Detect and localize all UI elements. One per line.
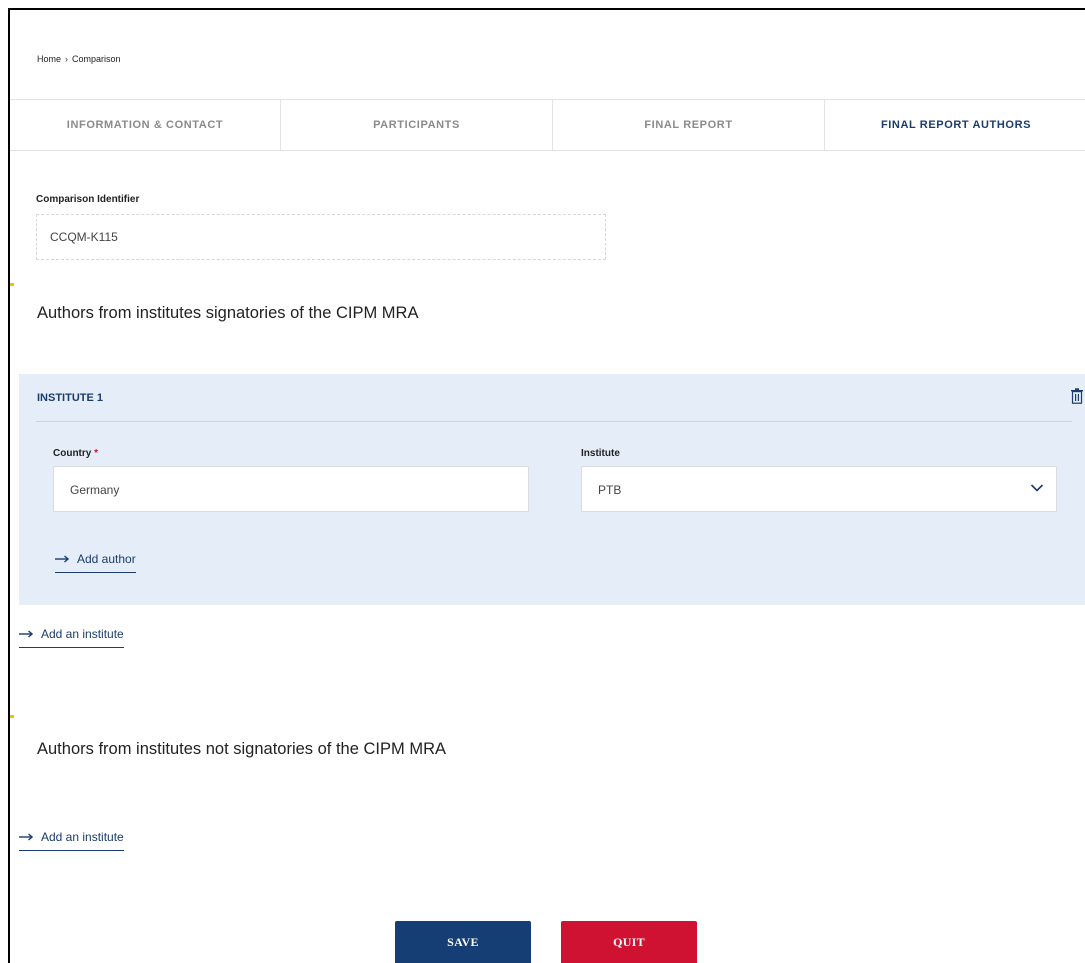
arrow-right-icon (19, 630, 33, 638)
tab-final-report[interactable]: FINAL REPORT (553, 100, 825, 150)
section-marker (10, 715, 14, 718)
chevron-down-icon (1030, 484, 1044, 492)
institute-divider (36, 421, 1072, 422)
country-label: Country * (53, 448, 98, 459)
non-signatories-section-title: Authors from institutes not signatories … (37, 740, 446, 758)
signatories-section-title: Authors from institutes signatories of t… (37, 304, 419, 322)
section-marker (10, 283, 14, 286)
tab-final-report-authors[interactable]: FINAL REPORT AUTHORS (825, 100, 1085, 150)
breadcrumb-current: Comparison (72, 54, 121, 64)
tab-participants[interactable]: PARTICIPANTS (281, 100, 553, 150)
institute-title: INSTITUTE 1 (37, 392, 104, 404)
tab-information-contact[interactable]: INFORMATION & CONTACT (10, 100, 281, 150)
add-institute-label: Add an institute (41, 830, 124, 844)
add-author-link[interactable]: Add author (55, 552, 136, 573)
add-institute-signatory-link[interactable]: Add an institute (19, 627, 124, 648)
add-author-label: Add author (77, 552, 136, 566)
save-button[interactable]: SAVE (395, 921, 531, 963)
quit-button[interactable]: QUIT (561, 921, 697, 963)
arrow-right-icon (55, 555, 69, 563)
institute-select[interactable]: PTB (581, 466, 1057, 512)
add-institute-non-signatory-link[interactable]: Add an institute (19, 830, 124, 851)
add-institute-label: Add an institute (41, 627, 124, 641)
breadcrumb-separator: › (65, 54, 69, 64)
institute-select-value: PTB (598, 483, 622, 497)
trash-icon[interactable] (1070, 388, 1084, 404)
country-input[interactable]: Germany (53, 466, 529, 512)
institute-panel: INSTITUTE 1 Country * Germany Institute … (19, 374, 1085, 605)
tab-bar: INFORMATION & CONTACT PARTICIPANTS FINAL… (10, 99, 1085, 151)
breadcrumb-home-link[interactable]: Home (37, 54, 61, 64)
arrow-right-icon (19, 833, 33, 841)
comparison-identifier-label: Comparison Identifier (36, 194, 140, 205)
main-frame: Home › Comparison INFORMATION & CONTACT … (8, 8, 1085, 963)
institute-label: Institute (581, 448, 620, 459)
breadcrumb: Home › Comparison (37, 54, 121, 64)
country-label-text: Country (53, 448, 92, 459)
required-marker: * (94, 448, 99, 459)
comparison-identifier-field: CCQM-K115 (36, 214, 606, 260)
